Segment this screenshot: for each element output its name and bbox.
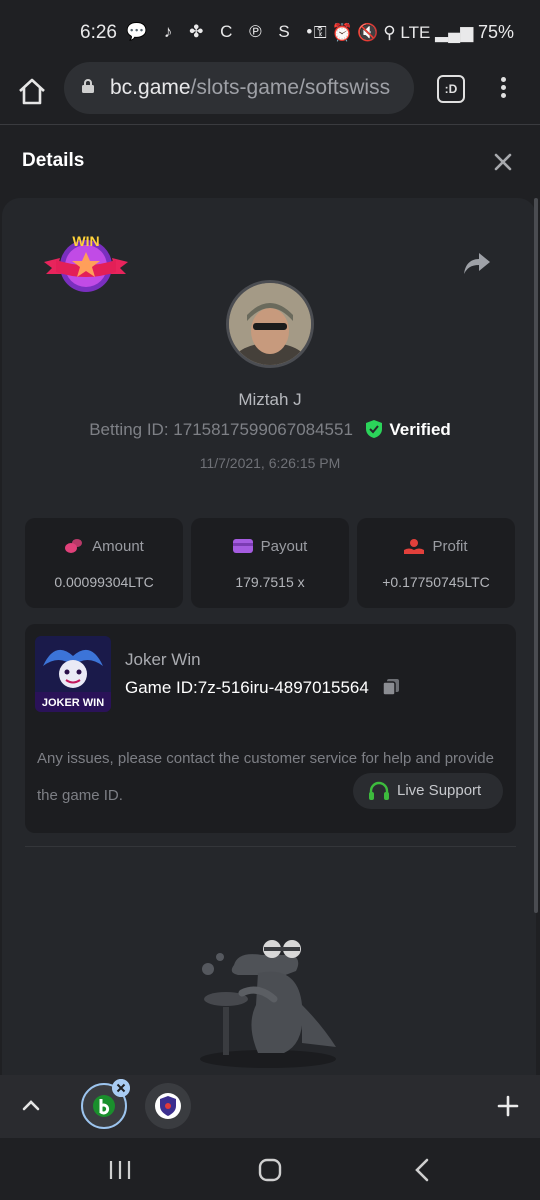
bet-timestamp: 11/7/2021, 6:26:15 PM bbox=[199, 455, 341, 471]
status-right: ⚿ ⏰ 🔇 ⚲ LTE ▂▄▆ 75% bbox=[314, 22, 514, 43]
system-nav-bar bbox=[0, 1138, 540, 1200]
joker-win-artwork: JOKER WIN bbox=[35, 636, 111, 712]
stat-payout-label: Payout bbox=[260, 538, 308, 555]
lock-icon bbox=[82, 79, 94, 93]
avatar-image bbox=[229, 283, 311, 365]
page-title: Details bbox=[22, 150, 85, 171]
win-badge-text: WIN bbox=[72, 233, 99, 249]
address-bar[interactable]: bc.game/slots-game/softswiss bbox=[64, 62, 414, 114]
scrollbar[interactable] bbox=[534, 198, 538, 913]
more-options-icon[interactable] bbox=[495, 74, 511, 104]
game-name[interactable]: Joker Win bbox=[125, 650, 201, 670]
shield-logo-icon bbox=[155, 1093, 181, 1119]
betting-id: Betting ID: 1715817599067084551 bbox=[89, 420, 353, 439]
tab-switcher-button[interactable]: :D bbox=[437, 75, 465, 103]
url-path: /slots-game/softswiss bbox=[190, 76, 391, 99]
coins-icon bbox=[65, 539, 83, 553]
divider bbox=[25, 846, 516, 847]
details-header: Details bbox=[0, 125, 540, 197]
verified-label: Verified bbox=[389, 420, 451, 439]
system-icons: ⚿ ⏰ 🔇 ⚲ LTE ▂▄▆ bbox=[313, 23, 474, 42]
stat-profit-value: +0.17750745LTC bbox=[382, 574, 490, 590]
game-id-value: 7z-516iru-4897015564 bbox=[197, 678, 369, 697]
share-icon[interactable] bbox=[463, 250, 491, 276]
game-card: JOKER WIN Joker Win Game ID:7z-516iru-48… bbox=[25, 624, 516, 833]
nav-home-icon[interactable] bbox=[258, 1158, 282, 1182]
battery-level: 75% bbox=[477, 22, 514, 42]
stat-profit: Profit +0.17750745LTC bbox=[357, 518, 515, 608]
browser-tab-strip bbox=[0, 1075, 540, 1138]
notification-icons: 💬 ♪ ✤ C ℗ S • bbox=[126, 22, 319, 41]
username: Miztah J bbox=[238, 390, 302, 409]
headset-icon bbox=[369, 781, 389, 800]
betting-id-row: Betting ID: 1715817599067084551 Verified bbox=[0, 420, 540, 440]
crocodile-mascot-illustration bbox=[200, 940, 336, 1068]
new-tab-icon[interactable] bbox=[496, 1094, 520, 1118]
live-support-label: Live Support bbox=[397, 782, 482, 799]
avatar bbox=[226, 280, 314, 368]
stat-payout: Payout 179.7515 x bbox=[191, 518, 349, 608]
close-icon[interactable] bbox=[490, 149, 516, 175]
tab-second[interactable] bbox=[145, 1083, 191, 1129]
stat-amount: Amount 0.00099304LTC bbox=[25, 518, 183, 608]
url-domain: bc.game bbox=[110, 76, 191, 99]
status-bar: 6:26 💬 ♪ ✤ C ℗ S • ⚿ ⏰ 🔇 ⚲ LTE ▂▄▆ 75% bbox=[0, 0, 540, 62]
stat-amount-label: Amount bbox=[92, 538, 144, 555]
home-icon[interactable] bbox=[16, 76, 48, 108]
verified-shield-icon bbox=[365, 420, 382, 438]
stat-profit-label: Profit bbox=[432, 538, 468, 555]
url-text: bc.game/slots-game/softswiss bbox=[110, 76, 410, 100]
game-id-label: Game ID: bbox=[125, 678, 198, 697]
close-tab-icon[interactable] bbox=[112, 1079, 130, 1097]
status-time: 6:26 bbox=[80, 22, 117, 43]
chevron-up-icon[interactable] bbox=[20, 1095, 42, 1117]
live-support-button[interactable]: Live Support bbox=[353, 773, 503, 809]
stat-amount-value: 0.00099304LTC bbox=[54, 574, 154, 590]
wallet-icon bbox=[232, 539, 253, 553]
game-thumb-text: JOKER WIN bbox=[42, 697, 104, 709]
game-thumbnail[interactable]: JOKER WIN bbox=[35, 636, 111, 712]
stat-payout-value: 179.7515 x bbox=[235, 574, 305, 590]
game-id-row: Game ID:7z-516iru-4897015564 bbox=[125, 678, 400, 698]
hand-coin-icon bbox=[404, 539, 425, 554]
win-badge-icon: WIN bbox=[44, 233, 128, 292]
copy-icon[interactable] bbox=[381, 678, 400, 696]
recent-apps-icon[interactable] bbox=[108, 1159, 132, 1181]
browser-toolbar: bc.game/slots-game/softswiss :D bbox=[0, 62, 540, 125]
back-icon[interactable] bbox=[412, 1157, 432, 1183]
